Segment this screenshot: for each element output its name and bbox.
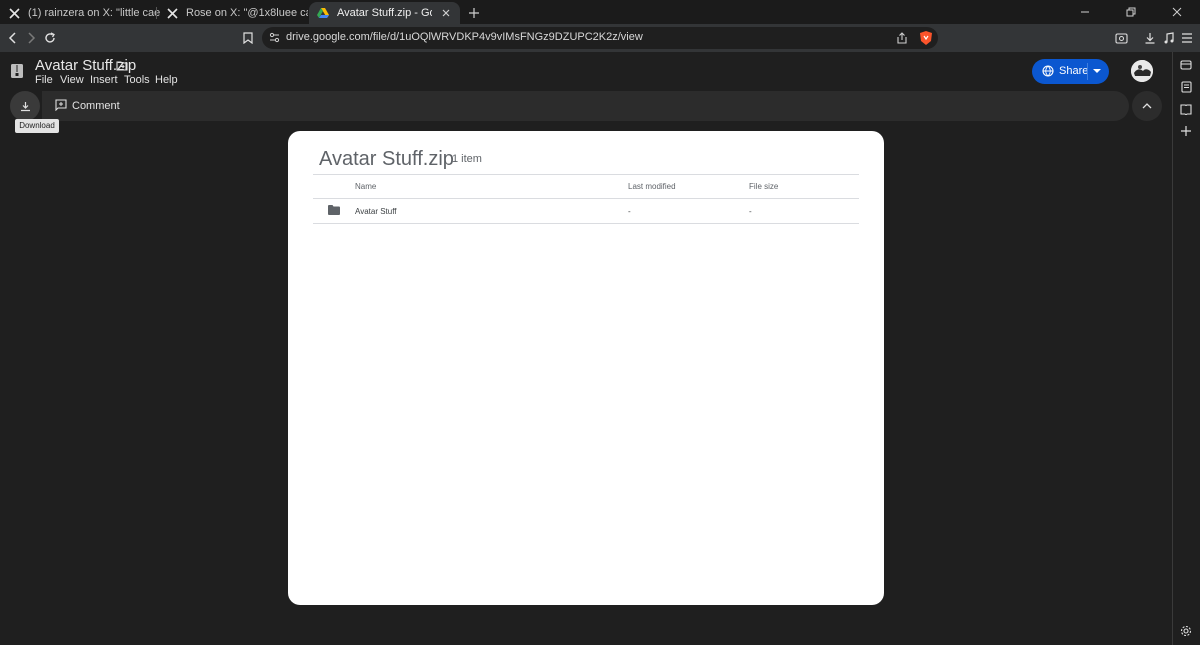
row-name[interactable]: Avatar Stuff — [355, 207, 397, 216]
share-options-icon[interactable] — [1093, 69, 1101, 74]
globe-icon — [1042, 65, 1054, 77]
x-logo-icon — [166, 7, 178, 19]
comment-icon[interactable] — [55, 99, 67, 111]
brave-shields-icon[interactable] — [918, 30, 934, 46]
menu-help[interactable]: Help — [155, 74, 178, 86]
close-window-icon[interactable] — [1154, 0, 1200, 24]
tab-title: Avatar Stuff.zip - Google Drive — [337, 7, 432, 19]
new-tab-icon[interactable] — [466, 5, 482, 21]
close-tab-icon[interactable] — [438, 5, 454, 21]
media-controls-icon[interactable] — [1160, 29, 1178, 47]
address-bar[interactable]: drive.google.com/file/d/1uOQlWRVDKP4v9vI… — [262, 27, 938, 49]
download-icon — [20, 101, 31, 112]
wallet-icon[interactable] — [1178, 57, 1194, 73]
download-button[interactable] — [10, 91, 40, 121]
main-menu-icon[interactable] — [1178, 29, 1196, 47]
browser-tab[interactable]: Rose on X: "@1x8luee cant download — [158, 2, 308, 24]
row-file-size: - — [749, 207, 752, 216]
reload-icon[interactable] — [41, 29, 59, 47]
download-tooltip: Download — [15, 119, 59, 133]
back-icon[interactable] — [4, 29, 22, 47]
header-divider — [313, 174, 859, 175]
drive-header: Avatar Stuff.zip File View Insert Tools … — [0, 52, 1172, 92]
avatar[interactable] — [1131, 60, 1153, 82]
x-logo-icon — [8, 7, 20, 19]
menu-tools[interactable]: Tools — [124, 74, 150, 86]
menu-file[interactable]: File — [35, 74, 53, 86]
tab-separator — [156, 7, 157, 19]
column-header-name: Name — [355, 182, 377, 191]
screenshot-icon[interactable] — [1112, 29, 1130, 47]
bookmarks-panel-icon[interactable] — [1178, 101, 1194, 117]
menu-view[interactable]: View — [60, 74, 84, 86]
archive-preview-card: Avatar Stuff.zip 1 item Name Last modifi… — [288, 131, 884, 605]
tab-title: (1) rainzera on X: "little caesars pleas… — [28, 7, 160, 19]
browser-tab-active[interactable]: Avatar Stuff.zip - Google Drive — [309, 2, 460, 24]
tab-title: Rose on X: "@1x8luee cant download — [186, 7, 308, 19]
share-button-label: Share — [1059, 65, 1089, 77]
downloads-icon[interactable] — [1141, 29, 1159, 47]
reading-list-icon[interactable] — [1178, 79, 1194, 95]
viewer-action-bar: Comment — [42, 91, 1129, 121]
row-divider — [313, 223, 859, 224]
archive-title: Avatar Stuff.zip — [319, 148, 454, 170]
site-info-icon[interactable] — [269, 32, 280, 43]
row-last-modified: - — [628, 207, 631, 216]
move-folder-icon[interactable] — [116, 60, 128, 71]
comment-button[interactable]: Comment — [72, 100, 120, 112]
zip-file-icon — [11, 64, 23, 78]
column-header-file-size: File size — [749, 182, 779, 191]
chevron-up-icon — [1142, 103, 1152, 109]
share-page-icon[interactable] — [896, 32, 908, 44]
url-text[interactable]: drive.google.com/file/d/1uOQlWRVDKP4v9vI… — [286, 31, 643, 43]
column-header-last-modified: Last modified — [628, 182, 676, 191]
browser-tab[interactable]: (1) rainzera on X: "little caesars pleas… — [0, 2, 160, 24]
forward-icon[interactable] — [22, 29, 40, 47]
collapse-header-button[interactable] — [1132, 91, 1162, 121]
settings-gear-icon[interactable] — [1178, 623, 1194, 639]
share-button[interactable]: Share — [1032, 59, 1109, 84]
add-panel-icon[interactable] — [1178, 123, 1194, 139]
google-drive-icon — [317, 7, 329, 19]
menu-insert[interactable]: Insert — [90, 74, 118, 86]
bookmark-icon[interactable] — [239, 29, 257, 47]
browser-tab-strip: (1) rainzera on X: "little caesars pleas… — [0, 0, 1200, 24]
share-divider — [1087, 63, 1088, 80]
folder-icon — [328, 205, 340, 215]
minimize-icon[interactable] — [1062, 0, 1108, 24]
restore-icon[interactable] — [1108, 0, 1154, 24]
browser-side-panel — [1172, 52, 1200, 645]
browser-toolbar: drive.google.com/file/d/1uOQlWRVDKP4v9vI… — [0, 24, 1200, 52]
item-count: 1 item — [452, 153, 482, 165]
